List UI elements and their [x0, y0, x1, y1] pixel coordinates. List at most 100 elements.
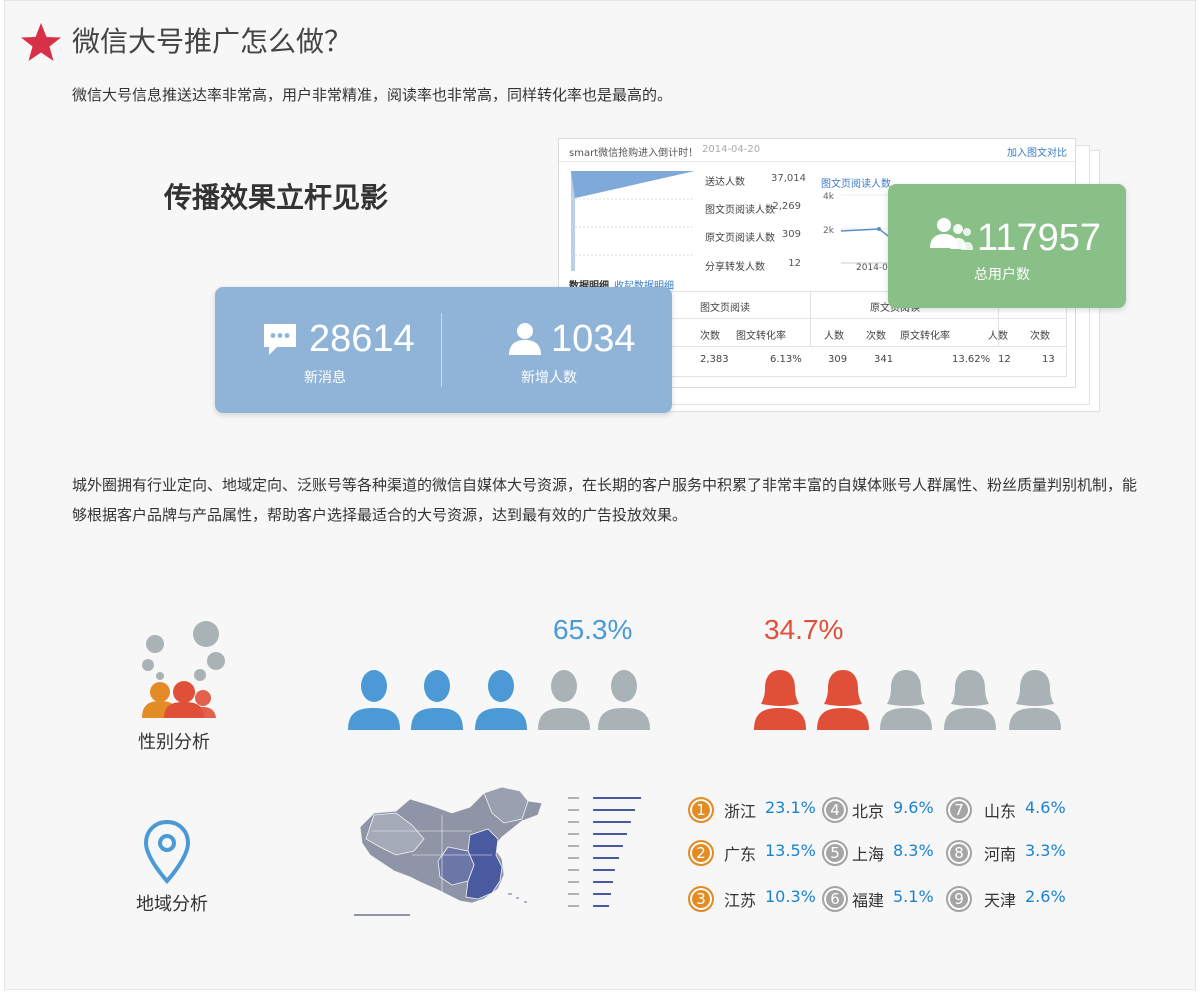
table-cell: 6.13% [770, 354, 802, 365]
male-percentage: 65.3% [553, 614, 633, 645]
table-header: 次数 [700, 331, 720, 342]
table-cell: 13 [1042, 354, 1055, 365]
region-name: 北京 [852, 802, 885, 821]
region-rank-item: 6 福建 5.1% [822, 884, 952, 916]
table-group-header: 图文页阅读 [700, 303, 750, 314]
table-header: 人数 [824, 331, 844, 342]
rank-badge: 7 [946, 797, 972, 823]
region-rank-item: 8 河南 3.3% [946, 838, 1076, 870]
funnel-value: 2,269 [772, 201, 801, 212]
total-users-count: 117957 [977, 217, 1101, 259]
female-person-icon [880, 670, 932, 730]
table-cell: 13.62% [952, 354, 991, 365]
region-analysis-label: 地域分析 [136, 894, 208, 915]
page-title: 微信大号推广怎么做？ [72, 25, 353, 58]
funnel-graphic [571, 171, 695, 271]
total-users-card: 117957 总用户数 [888, 184, 1126, 308]
region-name: 山东 [984, 802, 1017, 821]
new-users-count: 1034 [551, 318, 636, 360]
rank-badge: 9 [946, 886, 972, 912]
region-rank-item: 7 山东 4.6% [946, 795, 1076, 827]
table-header: 图文转化率 [736, 331, 786, 342]
table-header: 人数 [988, 331, 1008, 342]
location-pin-icon [143, 820, 191, 884]
gender-analysis-label: 性别分析 [138, 732, 210, 753]
messages-label: 新消息 [304, 370, 346, 386]
chart-tick: 2k [823, 226, 835, 236]
compare-link[interactable]: 加入图文对比 [1007, 144, 1067, 159]
region-bar-list [568, 797, 641, 907]
region-name: 江苏 [724, 891, 757, 910]
rank-badge: 5 [822, 840, 848, 866]
star-icon [21, 23, 61, 61]
table-cell: 12 [998, 354, 1011, 365]
region-percentage: 13.5% [765, 841, 816, 860]
region-percentage: 5.1% [893, 887, 934, 906]
table-header: 次数 [866, 331, 886, 342]
funnel-label: 送达人数 [705, 177, 745, 188]
total-users-label: 总用户数 [974, 267, 1030, 283]
description-text: 城外圈拥有行业定向、地域定向、泛账号等各种渠道的微信自媒体大号资源，在长期的客户… [72, 476, 1138, 524]
user-icon [509, 323, 541, 355]
chart-tick: 4k [823, 192, 835, 202]
region-percentage: 10.3% [765, 887, 816, 906]
region-name: 河南 [984, 845, 1017, 864]
funnel-value: 12 [788, 258, 801, 269]
female-person-icon [817, 670, 869, 730]
messages-count: 28614 [309, 318, 415, 360]
female-person-icon [1009, 670, 1061, 730]
male-person-icon [348, 670, 400, 730]
line-chart: 4k 2k [823, 192, 895, 264]
region-rank-item: 5 上海 8.3% [822, 838, 952, 870]
male-person-icon [538, 670, 590, 730]
dashboard-title: smart微信抢购进入倒计时！ [569, 148, 699, 159]
male-person-icon [598, 670, 650, 730]
users-group-icon [930, 218, 973, 250]
rank-badge: 4 [822, 797, 848, 823]
female-percentage: 34.7% [764, 614, 844, 645]
card-divider [441, 313, 442, 387]
region-percentage: 8.3% [893, 841, 934, 860]
dashboard-date: 2014-04-20 [702, 144, 761, 155]
region-rank-item: 2 广东 13.5% [688, 838, 818, 870]
funnel-value: 37,014 [771, 173, 806, 184]
intro-text: 微信大号信息推送达率非常高，用户非常精准，阅读率也非常高，同样转化率也是最高的。 [72, 86, 673, 104]
rank-badge: 3 [688, 886, 714, 912]
region-rank-item: 3 江苏 10.3% [688, 884, 818, 916]
region-percentage: 4.6% [1025, 798, 1066, 817]
region-name: 天津 [984, 891, 1017, 910]
table-cell: 341 [874, 354, 894, 365]
region-percentage: 3.3% [1025, 841, 1066, 860]
region-percentage: 23.1% [765, 798, 816, 817]
funnel-label: 分享转发人数 [705, 262, 765, 273]
rank-badge: 6 [822, 886, 848, 912]
region-name: 福建 [852, 891, 885, 910]
region-rank-item: 4 北京 9.6% [822, 795, 952, 827]
dashboard-header: smart微信抢购进入倒计时！ 2014-04-20 加入图文对比 [559, 139, 1075, 162]
funnel-label: 原文页阅读人数 [705, 233, 775, 244]
chat-icon [264, 324, 296, 355]
table-cell: 2,383 [700, 354, 729, 365]
rank-badge: 8 [946, 840, 972, 866]
funnel-value: 309 [781, 229, 801, 240]
male-person-icon [411, 670, 463, 730]
slogan: 传播效果立杆见影 [164, 181, 389, 214]
messages-card: 28614 新消息 1034 新增人数 [215, 287, 672, 413]
region-percentage: 2.6% [1025, 887, 1066, 906]
new-users-label: 新增人数 [521, 370, 577, 386]
table-header: 原文转化率 [900, 331, 950, 342]
female-person-icon [754, 670, 806, 730]
female-person-icon [944, 670, 996, 730]
region-rank-item: 1 浙江 23.1% [688, 795, 818, 827]
region-name: 浙江 [724, 802, 757, 821]
table-cell: 309 [828, 354, 848, 365]
region-name: 上海 [852, 845, 885, 864]
region-percentage: 9.6% [893, 798, 934, 817]
table-header: 次数 [1030, 331, 1050, 342]
male-person-icon [475, 670, 527, 730]
region-name: 广东 [724, 845, 757, 864]
rank-badge: 1 [688, 797, 714, 823]
region-rank-item: 9 天津 2.6% [946, 884, 1076, 916]
china-map [354, 786, 543, 916]
gender-analysis-icon [142, 621, 225, 718]
